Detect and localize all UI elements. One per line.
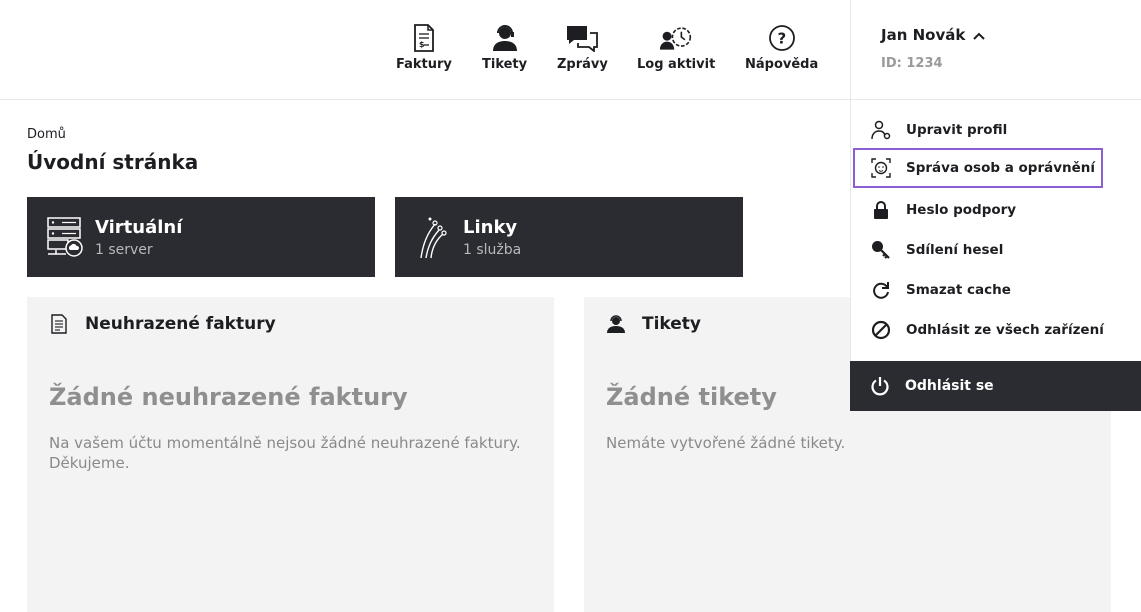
menu-item-label: Smazat cache — [906, 282, 1011, 298]
edit-profile-icon — [871, 119, 891, 141]
block-icon — [871, 319, 891, 341]
help-icon: ? — [765, 22, 799, 54]
support-agent-icon — [488, 22, 522, 54]
nav-help[interactable]: ? Nápověda — [745, 22, 818, 72]
menu-item-logout-all-devices[interactable]: Odhlásit ze všech zařízení — [851, 310, 1141, 350]
tile-subtitle: 1 služba — [463, 241, 522, 258]
empty-state-text: Na vašem účtu momentálně nejsou žádné ne… — [49, 434, 521, 472]
menu-item-label: Sdílení hesel — [906, 242, 1004, 258]
user-dropdown-menu: Upravit profil Správa osob a oprávnění H… — [850, 100, 1141, 361]
server-cloud-icon — [45, 214, 85, 260]
activity-log-icon — [659, 22, 693, 54]
chat-icon — [565, 22, 599, 54]
tile-virtual[interactable]: Virtuální 1 server — [27, 197, 375, 277]
chevron-up-icon — [973, 26, 986, 44]
menu-item-password-sharing[interactable]: Sdílení hesel — [851, 230, 1141, 270]
nav-messages[interactable]: Zprávy — [557, 22, 608, 72]
empty-state-text: Nemáte vytvořené žádné tikety. — [606, 434, 846, 452]
menu-item-label: Upravit profil — [906, 122, 1008, 138]
nav-invoices[interactable]: $ Faktury — [396, 22, 452, 72]
panel-title: Tikety — [642, 314, 702, 334]
invoice-icon — [49, 313, 69, 335]
invoice-icon: $ — [407, 22, 441, 54]
menu-item-edit-profile[interactable]: Upravit profil — [851, 110, 1141, 150]
lock-icon — [871, 199, 891, 221]
tile-subtitle: 1 server — [95, 241, 153, 258]
menu-item-manage-people[interactable]: Správa osob a oprávnění — [853, 148, 1103, 188]
tile-title: Linky — [463, 216, 518, 238]
key-icon — [871, 239, 891, 261]
top-navigation: $ Faktury Tikety Zprávy Log aktivit ? Ná… — [0, 0, 850, 100]
refresh-icon — [871, 279, 891, 301]
logout-label: Odhlásit se — [905, 378, 994, 394]
panel-header: Neuhrazené faktury — [49, 313, 532, 335]
panel-title: Neuhrazené faktury — [85, 314, 276, 334]
menu-item-support-password[interactable]: Heslo podpory — [851, 190, 1141, 230]
tile-title: Virtuální — [95, 216, 183, 238]
empty-state-title: Žádné neuhrazené faktury — [49, 383, 408, 411]
user-box: Jan Novák ID: 1234 — [850, 0, 1141, 100]
menu-item-label: Správa osob a oprávnění — [906, 160, 1096, 176]
user-name: Jan Novák — [881, 26, 966, 44]
svg-text:?: ? — [777, 30, 786, 48]
user-id: ID: 1234 — [881, 56, 943, 71]
face-scan-icon — [871, 157, 891, 179]
nav-tickets[interactable]: Tikety — [482, 22, 527, 72]
fiber-cable-icon — [413, 214, 453, 260]
nav-activity-log[interactable]: Log aktivit — [637, 22, 715, 72]
tile-lines[interactable]: Linky 1 služba — [395, 197, 743, 277]
breadcrumb[interactable]: Domů — [27, 127, 66, 142]
support-agent-icon — [606, 313, 626, 335]
power-icon — [870, 375, 890, 397]
menu-item-clear-cache[interactable]: Smazat cache — [851, 270, 1141, 310]
user-menu-toggle[interactable]: Jan Novák — [881, 26, 986, 44]
page-title: Úvodní stránka — [27, 150, 199, 174]
invoices-panel: Neuhrazené faktury Žádné neuhrazené fakt… — [27, 297, 554, 612]
logout-button[interactable]: Odhlásit se — [850, 361, 1141, 411]
menu-item-label: Odhlásit ze všech zařízení — [906, 322, 1104, 338]
menu-item-label: Heslo podpory — [906, 202, 1017, 218]
